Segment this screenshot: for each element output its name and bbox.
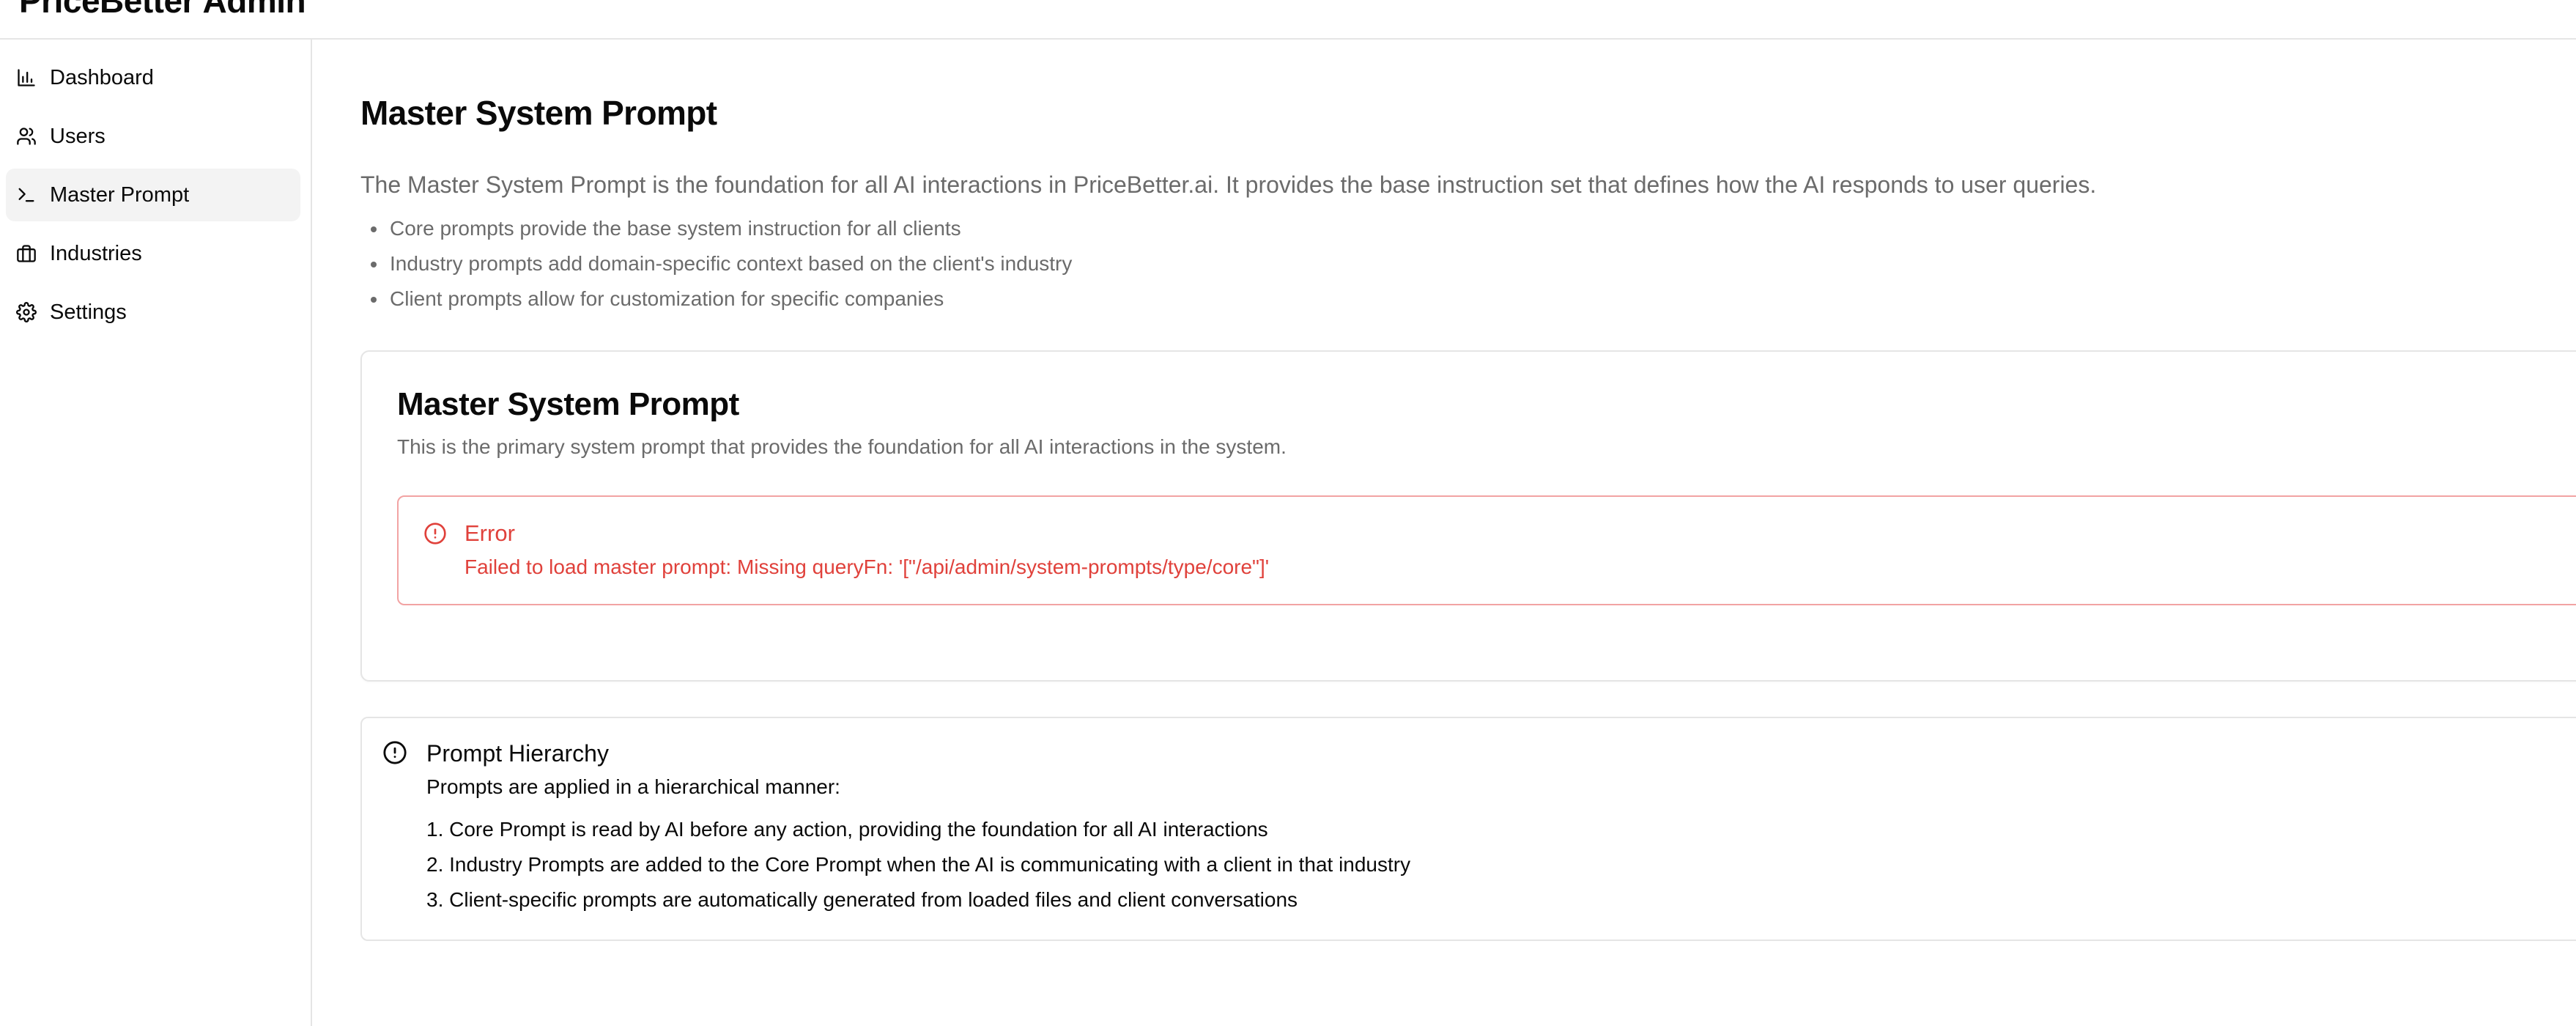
briefcase-icon [16, 243, 37, 264]
sidebar-item-industries[interactable]: Industries [6, 227, 300, 280]
error-alert: Error Failed to load master prompt: Miss… [397, 495, 2576, 605]
card-description: This is the primary system prompt that p… [397, 435, 1287, 458]
sidebar-item-dashboard[interactable]: Dashboard [6, 51, 300, 104]
list-item: Industry prompts add domain-specific con… [360, 246, 1072, 281]
sidebar-item-users[interactable]: Users [6, 110, 300, 163]
sidebar-item-label: Dashboard [50, 66, 154, 89]
sidebar-item-master-prompt[interactable]: Master Prompt [6, 169, 300, 221]
list-item: 2. Industry Prompts are added to the Cor… [426, 853, 1411, 876]
page-title: Master System Prompt [360, 94, 717, 132]
info-circle-icon [382, 740, 407, 765]
terminal-icon [16, 185, 37, 205]
error-title: Error [465, 520, 515, 546]
hierarchy-list: 1. Core Prompt is read by AI before any … [426, 812, 1410, 918]
master-prompt-card: Master System Prompt This is the primary… [360, 350, 2576, 682]
list-item: 1. Core Prompt is read by AI before any … [426, 818, 1268, 841]
hierarchy-intro: Prompts are applied in a hierarchical ma… [426, 775, 840, 798]
alert-circle-icon [423, 522, 447, 545]
card-title: Master System Prompt [397, 386, 739, 422]
app-title: PriceBetter Admin [19, 0, 306, 20]
gear-icon [16, 302, 37, 322]
sidebar-item-settings[interactable]: Settings [6, 286, 300, 339]
list-item: Core prompts provide the base system ins… [360, 211, 1072, 246]
hierarchy-title: Prompt Hierarchy [426, 740, 609, 767]
bar-chart-icon [16, 67, 37, 88]
sidebar-item-label: Industries [50, 242, 142, 265]
sidebar-item-label: Settings [50, 300, 127, 324]
list-item: 3. Client-specific prompts are automatic… [426, 888, 1298, 911]
error-message: Failed to load master prompt: Missing qu… [465, 556, 1270, 578]
sidebar: Dashboard Users Master Prompt Industries [0, 40, 312, 1026]
sidebar-item-label: Users [50, 125, 106, 148]
list-item: Client prompts allow for customization f… [360, 281, 1072, 317]
prompt-types-list: Core prompts provide the base system ins… [360, 211, 1072, 317]
sidebar-item-label: Master Prompt [50, 183, 190, 207]
users-icon [16, 126, 37, 147]
main-content: Master System Prompt The Master System P… [314, 40, 2576, 1026]
page-description: The Master System Prompt is the foundati… [360, 171, 2097, 198]
prompt-hierarchy-alert: Prompt Hierarchy Prompts are applied in … [360, 717, 2576, 941]
top-header: PriceBetter Admin [0, 0, 2576, 40]
